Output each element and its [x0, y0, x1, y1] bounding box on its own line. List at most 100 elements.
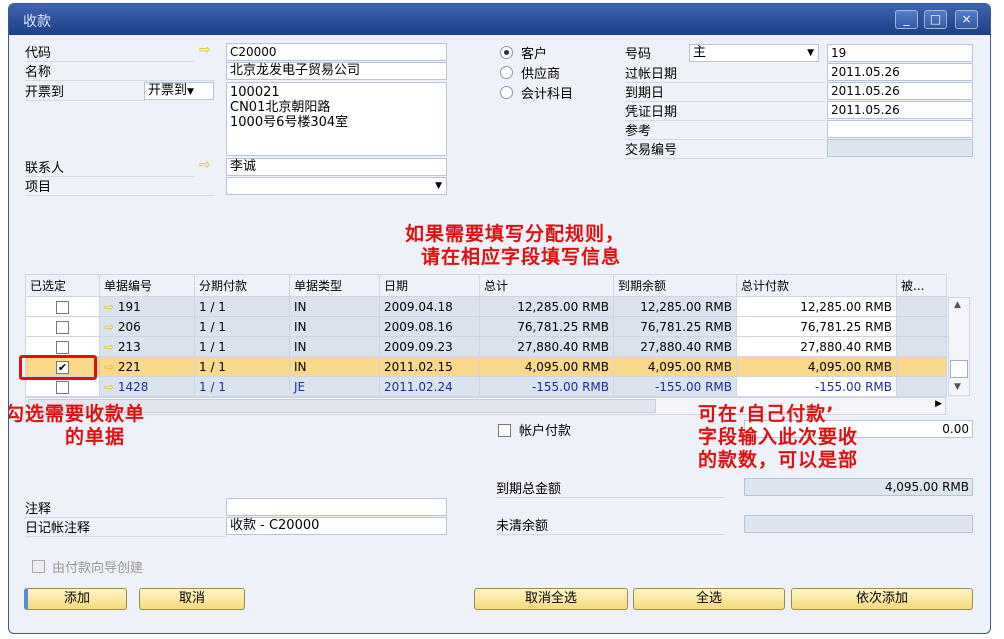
reference-field[interactable] — [827, 120, 973, 138]
trans-no-label: 交易编号 — [625, 139, 825, 159]
doc-no: 221 — [117, 359, 141, 374]
col-date[interactable]: 日期 — [379, 274, 480, 297]
link-arrow-icon[interactable]: ⇨ — [199, 42, 211, 58]
radio-customer-label: 客户 — [521, 47, 548, 62]
col-total[interactable]: 总计 — [479, 274, 614, 297]
col-selected[interactable]: 已选定 — [25, 274, 100, 297]
row-select-cell[interactable] — [25, 316, 100, 337]
doc-no-cell[interactable]: ⇨ 206 — [99, 316, 195, 337]
doc-no-cell[interactable]: ⇨ 191 — [99, 296, 195, 317]
more-cell — [896, 316, 947, 337]
add-button[interactable]: 添加 — [24, 588, 127, 610]
col-doc-type[interactable]: 单据类型 — [289, 274, 380, 297]
col-total-payment[interactable]: 总计付款 — [736, 274, 897, 297]
total-cell: 27,880.40 RMB — [479, 336, 614, 357]
row-checkbox[interactable] — [56, 300, 69, 314]
add-in-sequence-button[interactable]: 依次添加 — [791, 588, 973, 610]
total-payment-cell[interactable]: -155.00 RMB — [736, 376, 897, 397]
row-select-cell[interactable] — [25, 336, 100, 357]
wizard-label: 由付款向导创建 — [52, 561, 144, 576]
balance-due-cell: -155.00 RMB — [613, 376, 737, 397]
table-row[interactable]: ⇨ 213 1 / 1 IN 2009.09.23 27,880.40 RMB 27,88… — [25, 336, 947, 357]
cancel-button[interactable]: 取消 — [139, 588, 245, 610]
billto-select[interactable]: 开票到▼ — [144, 82, 214, 100]
date-cell: 2011.02.24 — [379, 376, 480, 397]
link-arrow-icon[interactable]: ⇨ — [104, 340, 114, 354]
table-row[interactable]: ⇨ 191 1 / 1 IN 2009.04.18 12,285.00 RMB 12,28… — [25, 296, 947, 317]
name-label: 名称 — [25, 61, 215, 81]
more-cell — [896, 376, 947, 397]
row-select-cell[interactable] — [25, 296, 100, 317]
total-payment-cell[interactable]: 4,095.00 RMB — [736, 356, 897, 377]
col-balance-due[interactable]: 到期余额 — [613, 274, 737, 297]
maximize-icon[interactable]: □ — [924, 10, 947, 29]
deselect-all-button[interactable]: 取消全选 — [474, 588, 628, 610]
doc-no: 1428 — [117, 379, 149, 394]
total-payment-cell[interactable]: 76,781.25 RMB — [736, 316, 897, 337]
doc-no-cell[interactable]: ⇨ 1428 — [99, 376, 195, 397]
doc-type-cell: IN — [289, 336, 380, 357]
link-arrow-icon[interactable]: ⇨ — [104, 320, 114, 334]
due-date-field[interactable]: 2011.05.26 — [827, 82, 973, 100]
posting-date-field[interactable]: 2011.05.26 — [827, 63, 973, 81]
select-all-button[interactable]: 全选 — [633, 588, 785, 610]
billto-address[interactable]: 100021 CN01北京朝阳路 1000号6号楼304室 — [226, 82, 447, 156]
installment-cell: 1 / 1 — [194, 296, 290, 317]
total-payment-cell[interactable]: 12,285.00 RMB — [736, 296, 897, 317]
annotation-right-3: 的款数，可以是部 — [698, 449, 859, 471]
radio-account[interactable] — [500, 86, 513, 99]
documents-table: 已选定 单据编号 分期付款 单据类型 日期 总计 到期余额 总计付款 被... … — [25, 274, 947, 397]
table-row[interactable]: ⇨ 1428 1 / 1 JE 2011.02.24 -155.00 RMB -155.0… — [25, 376, 947, 397]
radio-vendor[interactable] — [500, 66, 513, 79]
col-doc-no[interactable]: 单据编号 — [99, 274, 195, 297]
number-field[interactable]: 19 — [827, 44, 973, 62]
scroll-thumb[interactable] — [950, 360, 968, 378]
code-field[interactable]: C20000 — [226, 43, 447, 61]
total-cell: 12,285.00 RMB — [479, 296, 614, 317]
annotation-left-2: 的单据 — [65, 426, 126, 448]
link-arrow-icon[interactable]: ⇨ — [199, 157, 211, 173]
billto-select-value: 开票到 — [148, 83, 188, 98]
doc-type-cell: IN — [289, 316, 380, 337]
account-payment-label: 帐户付款 — [519, 424, 572, 439]
total-cell: -155.00 RMB — [479, 376, 614, 397]
billto-label: 开票到 — [25, 81, 145, 101]
contact-field[interactable]: 李诚 — [226, 158, 447, 176]
col-installment[interactable]: 分期付款 — [194, 274, 290, 297]
link-arrow-icon[interactable]: ⇨ — [104, 380, 114, 394]
link-arrow-icon[interactable]: ⇨ — [104, 300, 114, 314]
installment-cell: 1 / 1 — [194, 336, 290, 357]
scroll-down-icon[interactable]: ▼ — [954, 382, 961, 392]
scroll-up-icon[interactable]: ▲ — [954, 300, 961, 310]
radio-customer[interactable] — [500, 46, 513, 59]
doc-no-cell[interactable]: ⇨ 213 — [99, 336, 195, 357]
name-field[interactable]: 北京龙发电子贸易公司 — [226, 62, 447, 80]
row-checkbox[interactable] — [56, 340, 69, 354]
vertical-scrollbar[interactable]: ▲ ▼ — [948, 297, 970, 396]
balance-due-cell: 27,880.40 RMB — [613, 336, 737, 357]
doc-no-cell[interactable]: ⇨ 221 — [99, 356, 195, 377]
minimize-icon[interactable]: _ — [895, 10, 918, 29]
project-select[interactable]: ▼ — [226, 177, 447, 195]
table-row[interactable]: ⇨ 206 1 / 1 IN 2009.08.16 76,781.25 RMB 76,78… — [25, 316, 947, 337]
title-bar: 收款 — [9, 4, 990, 35]
link-arrow-icon[interactable]: ⇨ — [104, 360, 114, 374]
payment-window: 收款 _ □ × 代码 ⇨ C20000 名称 北京龙发电子贸易公司 开票到 开… — [8, 3, 991, 634]
close-icon[interactable]: × — [955, 10, 978, 29]
col-more[interactable]: 被... — [896, 274, 947, 297]
remarks-field[interactable] — [226, 498, 447, 516]
account-payment-checkbox[interactable] — [498, 424, 511, 437]
row-checkbox[interactable] — [56, 380, 69, 394]
row-checkbox[interactable] — [56, 320, 69, 334]
doc-date-field[interactable]: 2011.05.26 — [827, 101, 973, 119]
scroll-right-icon[interactable]: ▶ — [935, 399, 942, 409]
doc-no: 206 — [117, 319, 141, 334]
doc-type-cell: IN — [289, 296, 380, 317]
series-select[interactable]: 主 ▼ — [689, 44, 819, 62]
total-payment-cell[interactable]: 27,880.40 RMB — [736, 336, 897, 357]
journal-remarks-field[interactable]: 收款 - C20000 — [226, 517, 447, 535]
table-row[interactable]: ✔ ⇨ 221 1 / 1 IN 2011.02.15 4,095.00 RMB 4,095… — [25, 356, 947, 377]
annotation-top-2: 请在相应字段填写信息 — [421, 246, 622, 268]
series-value: 主 — [693, 45, 707, 60]
wizard-checkbox — [32, 560, 45, 573]
